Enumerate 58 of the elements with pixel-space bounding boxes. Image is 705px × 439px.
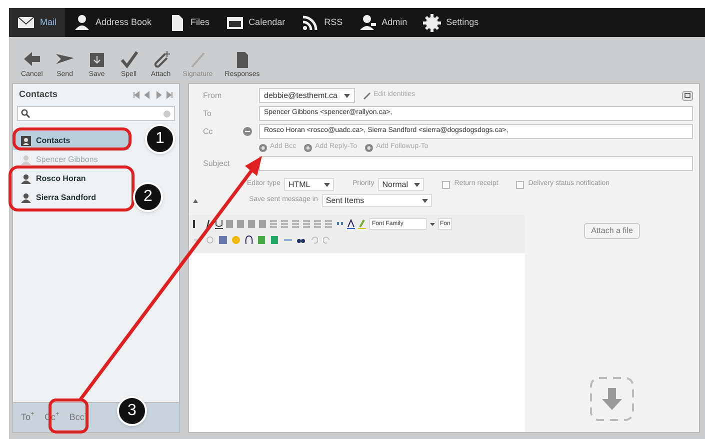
- caret-icon: [422, 198, 428, 202]
- contact-item[interactable]: Rosco Horan: [13, 169, 129, 188]
- field-label: Cc: [203, 126, 214, 138]
- person-icon: [72, 14, 91, 32]
- panel-title: Contacts: [19, 88, 58, 102]
- dropdown[interactable]: Normal: [378, 178, 424, 191]
- rss-icon: [301, 14, 320, 32]
- drop-zone-icon: [589, 376, 635, 422]
- underline-icon: [215, 219, 223, 229]
- align-center-icon: [237, 219, 245, 229]
- group-icon: [21, 136, 31, 146]
- search-icon: [21, 109, 30, 118]
- nav-tab[interactable]: Admin: [350, 8, 416, 37]
- person-icon: [21, 192, 31, 202]
- dropdown[interactable]: HTML: [284, 178, 334, 191]
- gear-icon: [423, 14, 442, 32]
- dropdown[interactable]: Sent Items: [322, 194, 432, 207]
- undo-icon: [310, 235, 318, 245]
- checkbox[interactable]: [442, 180, 450, 188]
- italic-icon: [204, 219, 212, 229]
- text-color-icon: [347, 219, 355, 229]
- person-icon: [21, 174, 31, 184]
- nav-tab[interactable]: Settings: [415, 8, 487, 37]
- caret-icon: [344, 94, 350, 98]
- contact-item[interactable]: Sierra Sandford: [13, 188, 129, 207]
- plus-circle-icon: [365, 144, 374, 152]
- nav-tab[interactable]: Address Book: [64, 8, 160, 37]
- nav-tab[interactable]: RSS: [293, 8, 351, 37]
- field-label: Subject: [203, 158, 231, 170]
- spellcheck-icon: [118, 50, 139, 70]
- plus-circle-icon: [259, 144, 267, 152]
- popout-icon: [682, 90, 693, 100]
- nav-tab[interactable]: Mail: [9, 8, 65, 37]
- checkbox[interactable]: [516, 180, 524, 188]
- field-label: From: [203, 90, 223, 102]
- pager-arrows-icon: [133, 91, 173, 99]
- search-field[interactable]: [17, 106, 175, 121]
- align-left-icon: [226, 219, 234, 229]
- caret-icon: [324, 182, 330, 186]
- nav-tab[interactable]: Files: [160, 8, 218, 37]
- caret-icon: [430, 222, 435, 226]
- nav-tab[interactable]: Calendar: [218, 8, 294, 37]
- caret-icon: [414, 182, 420, 186]
- minus-circle-icon: [243, 127, 252, 136]
- input-field[interactable]: [259, 156, 693, 171]
- person-key-icon: [358, 14, 377, 32]
- attach-file-button[interactable]: Attach a file: [584, 223, 640, 239]
- highlight-icon: [358, 219, 366, 229]
- sender-dropdown[interactable]: debbie@testhemt.ca: [259, 88, 354, 103]
- redo-icon: [323, 235, 331, 245]
- pencil-icon: [362, 92, 370, 100]
- align-right-icon: [248, 219, 256, 229]
- editor-body[interactable]: [189, 253, 525, 432]
- collapse-arrow-icon: [193, 198, 198, 202]
- plus-circle-icon: [304, 144, 312, 152]
- field-label: To: [203, 108, 212, 120]
- person-icon: [21, 154, 31, 164]
- justify-icon: [259, 219, 267, 229]
